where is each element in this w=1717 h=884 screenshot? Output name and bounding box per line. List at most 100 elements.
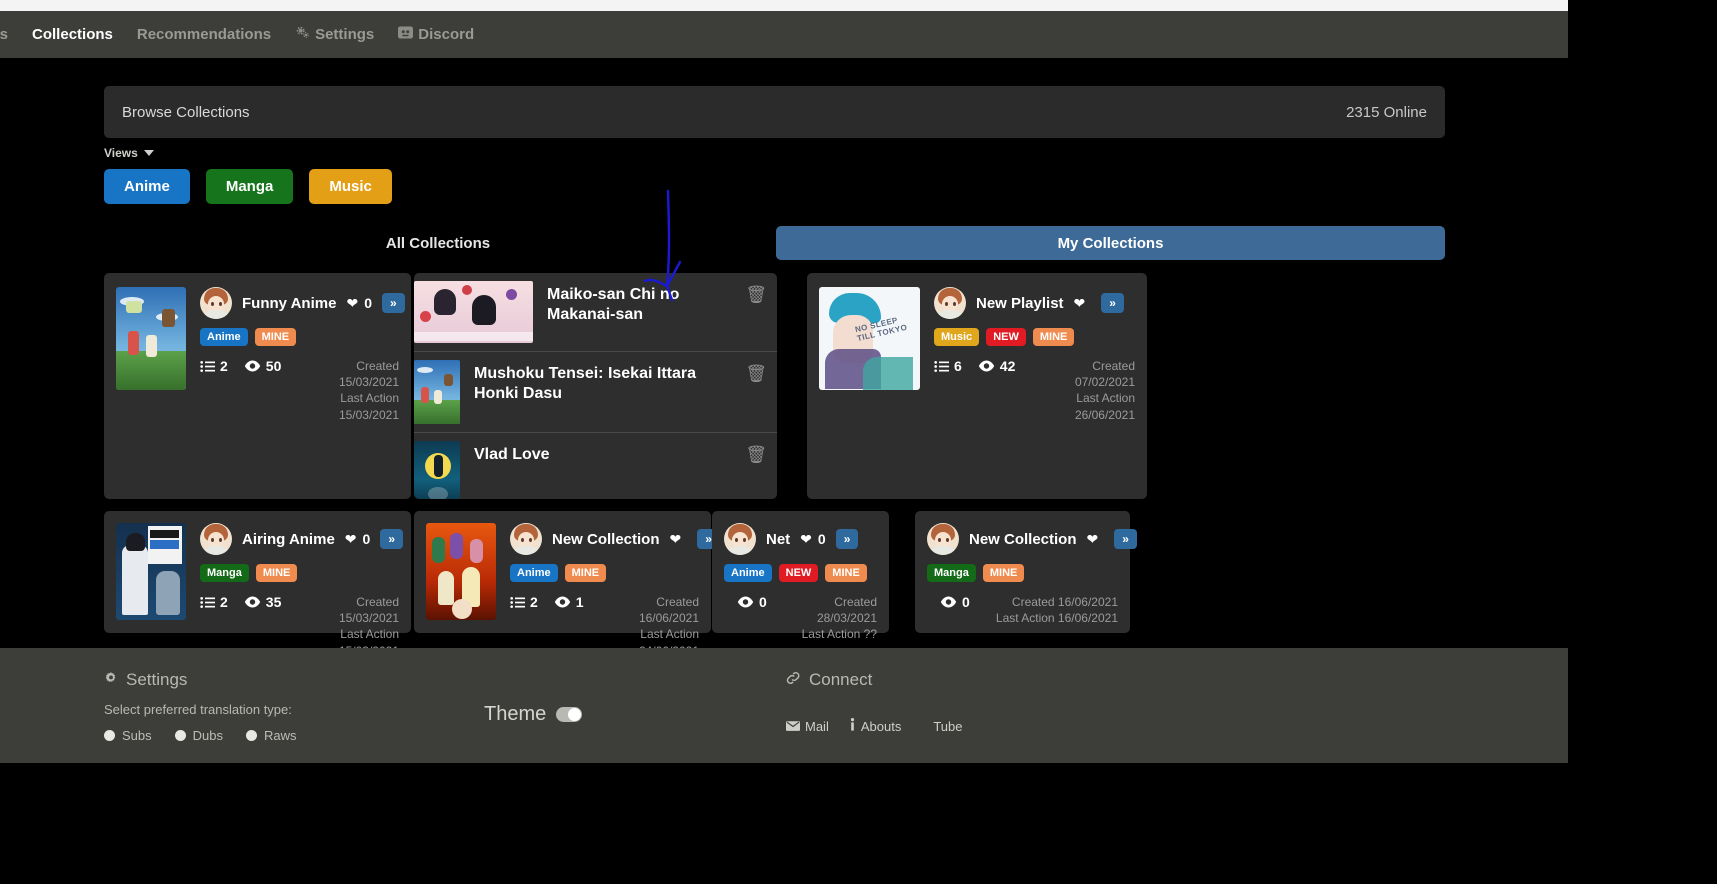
expand-button[interactable]: »	[1114, 528, 1137, 550]
footer-link-label: Abouts	[860, 718, 902, 734]
footer-links: Mail Abouts Tube	[786, 718, 962, 734]
collection-name: New Collection	[552, 530, 660, 548]
anime-thumbnail	[414, 281, 533, 343]
list-item[interactable]: Mushoku Tensei: Isekai Ittara Honki Dasu…	[414, 352, 777, 433]
collection-meta: Funny Anime ❤ 0 » Anime MINE 2 50 Create…	[200, 287, 405, 423]
collection-card-funny-anime[interactable]: Funny Anime ❤ 0 » Anime MINE 2 50 Create…	[104, 273, 411, 499]
eye-icon	[244, 596, 260, 608]
created-date: Created 16/06/2021	[1011, 595, 1118, 609]
expand-button[interactable]: »	[380, 528, 404, 550]
view-count-value: 42	[999, 358, 1016, 374]
trash-icon[interactable]: 🗑	[745, 281, 767, 305]
views-selector: Views Anime Manga Music	[104, 146, 392, 204]
radio-subs[interactable]: Subs	[104, 728, 152, 743]
item-count-value: 6	[954, 358, 962, 374]
nav-item-label: Discord	[418, 26, 475, 43]
filter-button-music[interactable]: Music	[309, 169, 392, 204]
heart-icon[interactable]: ❤	[670, 531, 682, 548]
tab-my-collections[interactable]: My Collections	[776, 226, 1445, 260]
filter-button-manga[interactable]: Manga	[205, 169, 294, 204]
view-count-value: 35	[265, 594, 282, 610]
stats-row: 0 Created 16/06/2021 Last Action 16/06/2…	[927, 594, 1118, 626]
stats-row: 2 50 Created 15/03/2021 Last Action 15/0…	[200, 358, 399, 423]
view-count: 42	[978, 358, 1016, 374]
nav-item-settings[interactable]: Settings	[283, 25, 386, 44]
nav-item-news[interactable]: ws	[0, 26, 20, 43]
heart-icon[interactable]: ❤	[1074, 295, 1086, 312]
nav-item-discord[interactable]: Discord	[386, 26, 486, 43]
radio-raws[interactable]: Raws	[246, 728, 297, 743]
mail-icon	[786, 719, 800, 734]
heart-icon[interactable]: ❤	[345, 531, 357, 548]
created-date: Created 16/06/2021	[638, 595, 699, 626]
browser-chrome-strip	[0, 0, 1568, 11]
badge-row: Anime NEW MINE	[724, 564, 877, 582]
status-badge-type: Music	[934, 328, 980, 346]
badge-row: Anime MINE	[200, 328, 399, 346]
page-root: ws Collections Recommendations Settings	[0, 0, 1717, 884]
item-count: 2	[510, 594, 538, 610]
collection-items-panel: Maiko-san Chi no Makanai-san 🗑 Mushoku T…	[414, 273, 777, 499]
list-item[interactable]: Vlad Love 🗑	[414, 433, 777, 499]
collection-card-net[interactable]: Net ❤ 0 » Anime NEW MINE 0 Created 28/03…	[712, 511, 889, 641]
heart-icon[interactable]: ❤	[800, 531, 812, 548]
radio-dubs[interactable]: Dubs	[174, 728, 223, 743]
collection-name: Airing Anime	[242, 530, 335, 548]
view-count: 50	[244, 358, 281, 374]
theme-toggle-group[interactable]: Theme	[484, 703, 583, 726]
date-block: Created 07/02/2021 Last Action 26/06/202…	[1031, 358, 1135, 423]
collection-meta: New Collection ❤ » Manga MINE 0 Created …	[927, 523, 1137, 626]
collection-poster	[426, 523, 496, 620]
collection-card-new-collection-anime[interactable]: New Collection ❤ » Anime MINE 2 1 Create…	[414, 511, 720, 658]
views-label-row[interactable]: Views	[104, 146, 392, 160]
collection-card-new-collection-manga[interactable]: New Collection ❤ » Manga MINE 0 Created …	[915, 511, 1137, 633]
eye-icon	[554, 596, 570, 608]
trash-icon[interactable]: 🗑	[745, 360, 767, 384]
anime-title: Vlad Love	[474, 446, 550, 463]
collection-name: Funny Anime	[242, 294, 337, 312]
status-badge-new: NEW	[986, 328, 1026, 346]
view-count: 35	[244, 594, 282, 610]
footer-link-tube[interactable]: Tube	[933, 718, 962, 734]
expand-button[interactable]: »	[1101, 292, 1124, 314]
browse-collections-bar: Browse Collections 2315 Online	[104, 86, 1445, 138]
footer-link-label: Mail	[805, 718, 829, 734]
main-content: Browse Collections 2315 Online Views Ani…	[0, 58, 1568, 658]
toggle-knob	[568, 708, 582, 721]
heart-icon[interactable]: ❤	[1087, 531, 1099, 548]
collection-card-airing-anime[interactable]: Airing Anime ❤ 0 » Manga MINE 2 35 Creat…	[104, 511, 411, 658]
list-item[interactable]: Maiko-san Chi no Makanai-san 🗑	[414, 273, 777, 352]
gear-icon	[295, 25, 310, 44]
status-badge-type: Anime	[724, 564, 772, 582]
anime-thumbnail	[414, 360, 460, 424]
radio-label: Subs	[122, 728, 152, 743]
expand-button[interactable]: »	[381, 292, 405, 314]
collection-name: Net	[766, 530, 791, 548]
info-icon	[849, 718, 856, 734]
collection-name: New Playlist	[976, 294, 1064, 312]
date-block: Created 15/03/2021 Last Action 15/03/202…	[297, 358, 399, 423]
collection-poster	[116, 523, 186, 620]
footer-link-label: Tube	[933, 718, 963, 734]
filter-button-anime[interactable]: Anime	[104, 169, 190, 204]
theme-toggle-switch[interactable]	[556, 707, 583, 722]
tab-all-collections[interactable]: All Collections	[104, 226, 772, 260]
footer-connect-label: Connect	[809, 670, 873, 689]
browser-viewport: ws Collections Recommendations Settings	[0, 0, 1568, 818]
footer-link-abouts[interactable]: Abouts	[849, 718, 901, 734]
translation-type-label: Select preferred translation type:	[104, 702, 292, 717]
anime-title: Mushoku Tensei: Isekai Ittara Honki Dasu	[474, 365, 696, 402]
footer-link-mail[interactable]: Mail	[786, 718, 829, 734]
status-badge-mine: MINE	[982, 564, 1025, 582]
collection-card-new-playlist[interactable]: NO SLEEP TILL TOKYO New Playlist ❤ » Mus…	[807, 273, 1147, 499]
nav-item-collections[interactable]: Collections	[20, 26, 125, 43]
heart-icon[interactable]: ❤	[346, 295, 358, 312]
collection-poster	[116, 287, 186, 390]
trash-icon[interactable]: 🗑	[745, 441, 767, 465]
page-footer: Settings Select preferred translation ty…	[0, 648, 1568, 763]
nav-item-recommendations[interactable]: Recommendations	[125, 26, 283, 43]
expand-button[interactable]: »	[835, 528, 859, 550]
created-date: Created 07/02/2021	[1074, 359, 1135, 390]
status-badge-mine: MINE	[1032, 328, 1075, 346]
eye-icon	[244, 360, 260, 372]
